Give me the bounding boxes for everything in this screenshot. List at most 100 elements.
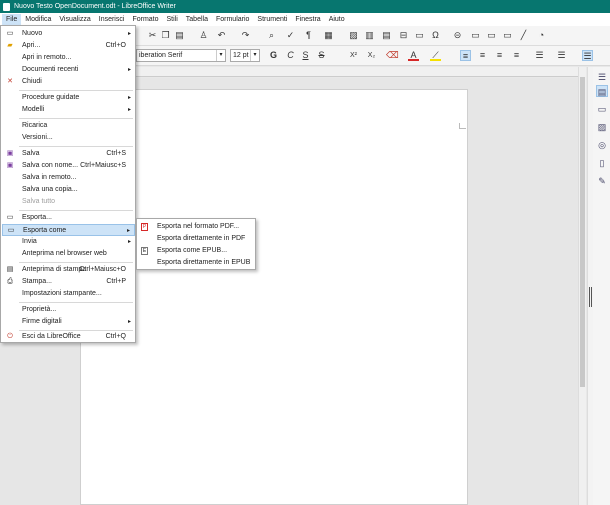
insert-image-icon[interactable]: ▨ [348,30,359,41]
menu-formato[interactable]: Formato [128,14,162,25]
font-name-combo[interactable]: iberation Serif ▾ [136,49,226,62]
find-replace-icon[interactable]: ⌕ [266,30,277,41]
track-changes-icon[interactable]: ▭ [502,30,513,41]
properties-icon[interactable]: ▤ [596,85,608,97]
menu-aiuto[interactable]: Aiuto [325,14,349,25]
strikethrough-button[interactable]: S [316,50,327,61]
submenu-arrow-icon: ▸ [127,31,131,37]
copy-icon[interactable]: ❐ [160,30,171,41]
menu-item-salva-con-nome[interactable]: ▣ Salva con nome... Ctrl+Maiusc+S [2,160,135,172]
menu-item-stampa[interactable]: ⎙ Stampa... Ctrl+P [2,276,135,288]
menu-item-versioni[interactable]: Versioni... [2,132,135,144]
navigator-icon[interactable]: ◎ [596,139,608,151]
page-icon[interactable]: ▭ [596,103,608,115]
menu-item-ricarica[interactable]: Ricarica [2,120,135,132]
submenu-item-esporta-epub[interactable]: E Esporta come EPUB... [138,245,255,257]
menu-formulario[interactable]: Formulario [212,14,253,25]
clear-formatting-icon[interactable]: ⌫ [386,50,399,61]
menu-modifica[interactable]: Modifica [21,14,55,25]
menu-item-apri[interactable]: ▰ Apri... Ctrl+O [2,40,135,52]
horizontal-ruler[interactable] [136,67,582,77]
subscript-button[interactable]: X₂ [366,50,377,61]
menu-item-esci[interactable]: ⏻ Esci da LibreOffice Ctrl+Q [2,331,135,343]
hyperlink-icon[interactable]: ⊝ [452,30,463,41]
font-size-combo[interactable]: 12 pt ▾ [230,49,260,62]
menu-inserisci[interactable]: Inserisci [95,14,129,25]
bold-button[interactable]: G [268,50,279,61]
splitter-grip[interactable] [589,287,592,307]
exit-icon: ⏻ [7,333,13,340]
footnote-icon[interactable]: ▭ [470,30,481,41]
menu-item-nuovo[interactable]: ▭ Nuovo ▸ [2,28,135,40]
menu-finestra[interactable]: Finestra [291,14,324,25]
line-icon[interactable]: ╱ [518,30,529,41]
insert-chart-icon[interactable]: ▥ [364,30,375,41]
paste-icon[interactable]: ▤ [174,30,185,41]
menu-visualizza[interactable]: Visualizza [55,14,94,25]
gallery-icon[interactable]: ▨ [596,121,608,133]
bullet-list-icon[interactable]: ☰ [534,50,545,61]
vertical-scrollbar[interactable] [578,67,586,505]
menu-item-impostazioni-stampante[interactable]: Impostazioni stampante... [2,288,135,300]
menu-item-salva[interactable]: ▣ Salva Ctrl+S [2,148,135,160]
paragraph-style-icon[interactable]: ☰ [582,50,593,61]
undo-icon[interactable]: ↶ [216,30,227,41]
font-color-button[interactable]: A [408,50,419,61]
align-right-icon[interactable]: ≡ [494,50,505,61]
submenu-item-esporta-direttamente-epub[interactable]: Esporta direttamente in EPUB [138,257,255,269]
align-left-icon[interactable]: ≡ [460,50,471,61]
menu-item-esporta[interactable]: ▭ Esporta... [2,212,135,224]
menu-item-documenti-recenti[interactable]: Documenti recenti ▸ [2,64,135,76]
scrollbar-thumb[interactable] [580,77,585,387]
menu-item-proprieta[interactable]: Proprietà... [2,304,135,316]
menu-tabella[interactable]: Tabella [182,14,212,25]
sidebar-menu-icon[interactable]: ☰ [596,71,608,83]
text-boundary-corner [459,123,466,129]
menu-item-esporta-come[interactable]: ▭ Esporta come ▸ [2,224,135,236]
redo-icon[interactable]: ↷ [240,30,251,41]
menu-item-firme-digitali[interactable]: Firme digitali ▸ [2,316,135,328]
cut-icon[interactable]: ✂ [147,30,158,41]
menu-file[interactable]: File [2,14,22,25]
spelling-icon[interactable]: ✓ [285,30,296,41]
insert-table-icon[interactable]: ▦ [323,30,334,41]
align-center-icon[interactable]: ≡ [477,50,488,61]
manage-changes-icon[interactable]: ✎ [596,175,608,187]
chevron-down-icon[interactable]: ▾ [250,50,259,61]
formatting-marks-icon[interactable]: ¶ [303,30,314,41]
menu-item-procedure-guidate[interactable]: Procedure guidate ▸ [2,92,135,104]
submenu-item-esporta-direttamente-pdf[interactable]: Esporta direttamente in PDF [138,233,255,245]
menu-strumenti[interactable]: Strumenti [253,14,291,25]
shapes-icon[interactable]: ◔ [536,30,547,41]
comment-icon[interactable]: ▭ [486,30,497,41]
superscript-button[interactable]: X² [348,50,359,61]
menu-item-salva-in-remoto[interactable]: Salva in remoto... [2,172,135,184]
epub-icon: E [141,247,148,255]
justify-icon[interactable]: ≡ [511,50,522,61]
submenu-item-esporta-pdf[interactable]: P Esporta nel formato PDF... [138,221,255,233]
underline-button[interactable]: S [300,50,311,61]
special-character-icon[interactable]: Ω [430,30,441,41]
menu-stili[interactable]: Stili [163,14,182,25]
menu-item-chiudi[interactable]: ✕ Chiudi [2,76,135,88]
folder-open-icon: ▰ [7,42,13,49]
italic-button[interactable]: C [285,50,296,61]
menu-item-apri-in-remoto[interactable]: Apri in remoto... [2,52,135,64]
menu-item-modelli[interactable]: Modelli ▸ [2,104,135,116]
highlight-color-button[interactable]: ⟋ [430,50,441,61]
menu-separator [19,302,133,303]
insert-textbox-icon[interactable]: ▤ [381,30,392,41]
submenu-arrow-icon: ▸ [127,239,131,245]
numbered-list-icon[interactable]: ☰ [556,50,567,61]
insert-field-icon[interactable]: ▭ [414,30,425,41]
clone-formatting-icon[interactable]: ♙ [198,30,209,41]
menu-item-invia[interactable]: Invia ▸ [2,236,135,248]
styles-icon[interactable]: ▯ [596,157,608,169]
document-page[interactable] [80,89,468,505]
pdf-icon: P [141,223,148,231]
chevron-down-icon[interactable]: ▾ [216,50,225,61]
page-break-icon[interactable]: ⊟ [398,30,409,41]
menu-item-salva-una-copia[interactable]: Salva una copia... [2,184,135,196]
menu-item-anteprima-browser[interactable]: Anteprima nel browser web [2,248,135,260]
menu-item-anteprima-di-stampa[interactable]: ▤ Anteprima di stampa Ctrl+Maiusc+O [2,264,135,276]
